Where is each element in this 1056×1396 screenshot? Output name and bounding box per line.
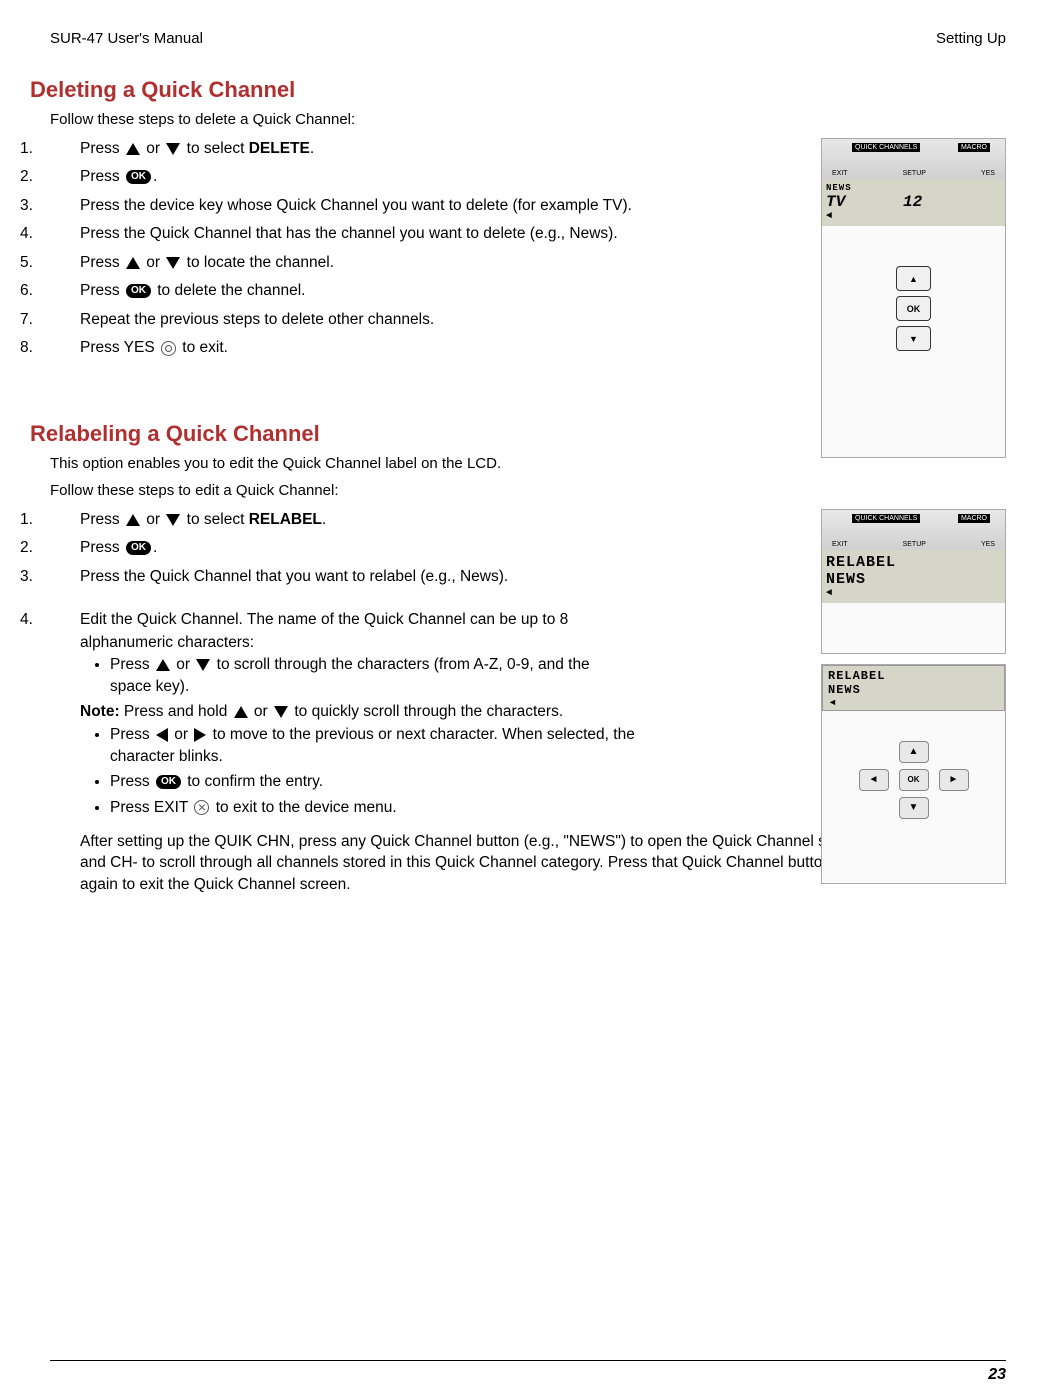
lcd-news-line: NEWS — [826, 183, 1001, 193]
setup-label: SETUP — [903, 170, 926, 177]
bullet: Press OK to confirm the entry. — [110, 771, 635, 793]
news-line: NEWS — [828, 683, 999, 697]
bullet: Press or to move to the previous or next… — [110, 724, 635, 767]
device-top-bar: QUICK CHANNELS MACRO EXIT SETUP YES — [822, 510, 1005, 550]
right-arrow-icon — [194, 728, 206, 742]
delete-label: DELETE — [249, 140, 310, 157]
relabel-line: RELABEL — [828, 669, 999, 683]
up-arrow-icon — [234, 706, 248, 718]
section2-steps-cont: Edit the Quick Channel. The name of the … — [20, 609, 635, 819]
step: Press or to locate the channel. — [20, 252, 635, 274]
ok-icon: OK — [126, 284, 151, 298]
section2-steps-container: Press or to select RELABEL. Press OK. Pr… — [50, 509, 1006, 819]
up-arrow-icon — [156, 659, 170, 671]
relabel-line: RELABEL — [826, 554, 1001, 571]
bullet-list: Press or to move to the previous or next… — [110, 724, 635, 819]
dpad-left: ◄ — [859, 769, 889, 791]
section1-intro: Follow these steps to delete a Quick Cha… — [50, 111, 1006, 128]
device-screenshot-1: QUICK CHANNELS MACRO EXIT SETUP YES NEWS… — [821, 138, 1006, 458]
step: Press OK. — [20, 166, 635, 188]
dpad-up: ▲ — [899, 741, 929, 763]
section-relabeling: Relabeling a Quick Channel This option e… — [50, 421, 1006, 896]
macro-label: MACRO — [958, 514, 990, 523]
relabel-label: RELABEL — [249, 511, 322, 528]
qc-label: QUICK CHANNELS — [852, 143, 920, 152]
section1-steps-container: Press or to select DELETE. Press OK. Pre… — [50, 138, 1006, 360]
ok-icon: OK — [156, 775, 181, 789]
step: Press or to select DELETE. — [20, 138, 635, 160]
circle-x-icon — [194, 800, 209, 815]
device-screenshot-2: QUICK CHANNELS MACRO EXIT SETUP YES RELA… — [821, 509, 1006, 654]
exit-label: EXIT — [832, 541, 848, 548]
device-button-row: EXIT SETUP YES — [822, 170, 1005, 179]
section2-intro2: Follow these steps to edit a Quick Chann… — [50, 482, 1006, 499]
step: Press the Quick Channel that has the cha… — [20, 223, 635, 245]
step: Press the Quick Channel that you want to… — [20, 566, 635, 588]
step: Press OK to delete the channel. — [20, 280, 635, 302]
step: Press OK. — [20, 537, 635, 559]
setup-label: SETUP — [903, 541, 926, 548]
up-arrow-icon — [126, 257, 140, 269]
up-button: ▲ — [896, 266, 931, 291]
yes-label: YES — [981, 541, 995, 548]
down-arrow-icon — [274, 706, 288, 718]
dpad-right: ► — [939, 769, 969, 791]
bullet-list: Press or to scroll through the character… — [110, 654, 635, 697]
news-line: NEWS — [826, 571, 1001, 588]
ok-icon: OK — [126, 170, 151, 184]
macro-label: MACRO — [958, 143, 990, 152]
step: Edit the Quick Channel. The name of the … — [20, 609, 635, 819]
lcd-screen: NEWS TV 12 ◄ — [822, 179, 1005, 226]
qc-label: QUICK CHANNELS — [852, 514, 920, 523]
section2-steps: Press or to select RELABEL. Press OK. Pr… — [20, 509, 635, 588]
left-arrow-icon — [156, 728, 168, 742]
dpad: ▲ ◄ OK ► ▼ — [859, 741, 969, 821]
exit-label: EXIT — [832, 170, 848, 177]
dpad-area: ▲ ◄ OK ► ▼ — [822, 711, 1005, 821]
down-arrow-icon — [166, 257, 180, 269]
step: Press or to select RELABEL. — [20, 509, 635, 531]
down-arrow-icon — [166, 143, 180, 155]
circle-target-icon — [161, 341, 176, 356]
down-button: ▼ — [896, 326, 931, 351]
lcd-tv-line: TV 12 — [826, 193, 1001, 211]
note-label: Note: — [80, 703, 120, 720]
up-arrow-icon — [126, 514, 140, 526]
section1-title: Deleting a Quick Channel — [30, 77, 1006, 103]
step: Press YES to exit. — [20, 337, 635, 359]
bullet: Press EXIT to exit to the device menu. — [110, 797, 635, 819]
small-lcd: RELABEL NEWS ◄ — [822, 665, 1005, 711]
lcd-screen: RELABEL NEWS ◄ — [822, 550, 1005, 603]
page-number: 23 — [988, 1366, 1006, 1384]
ok-button: OK — [896, 296, 931, 321]
step: Repeat the previous steps to delete othe… — [20, 309, 635, 331]
up-arrow-icon — [126, 143, 140, 155]
device-top-bar: QUICK CHANNELS MACRO EXIT SETUP YES — [822, 139, 1005, 179]
dpad-ok: OK — [899, 769, 929, 791]
section-deleting: Deleting a Quick Channel Follow these st… — [50, 77, 1006, 360]
section1-steps: Press or to select DELETE. Press OK. Pre… — [20, 138, 635, 360]
bullet: Press or to scroll through the character… — [110, 654, 635, 697]
device-controls: ▲ OK ▼ — [822, 226, 1005, 351]
note-line: Note: Press and hold or to quickly scrol… — [80, 701, 635, 723]
header-right: Setting Up — [936, 30, 1006, 47]
step: Press the device key whose Quick Channel… — [20, 195, 635, 217]
yes-label: YES — [981, 170, 995, 177]
dpad-down: ▼ — [899, 797, 929, 819]
ok-icon: OK — [126, 541, 151, 555]
down-arrow-icon — [166, 514, 180, 526]
device-button-row: EXIT SETUP YES — [822, 541, 1005, 550]
down-arrow-icon — [196, 659, 210, 671]
footer-line — [50, 1360, 1006, 1361]
header-left: SUR-47 User's Manual — [50, 30, 203, 47]
device-screenshot-3: RELABEL NEWS ◄ ▲ ◄ OK ► ▼ — [821, 664, 1006, 884]
page-header: SUR-47 User's Manual Setting Up — [50, 30, 1006, 47]
